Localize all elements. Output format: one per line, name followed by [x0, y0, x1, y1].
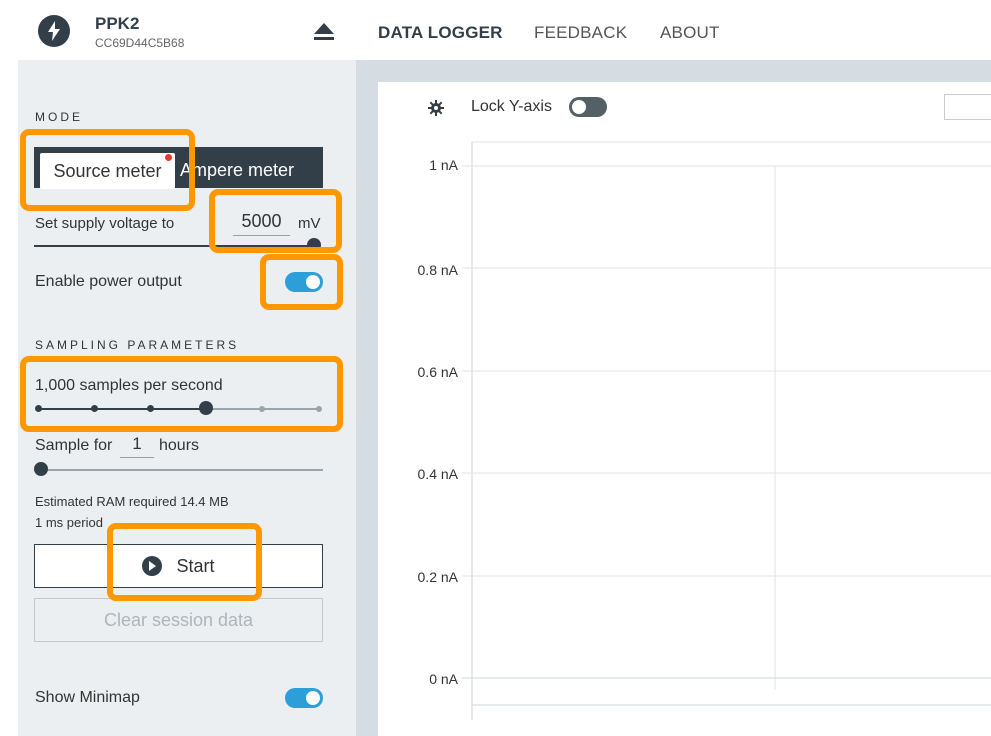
- lock-y-axis-toggle[interactable]: [569, 97, 607, 117]
- ampere-meter-button[interactable]: Ampere meter: [180, 160, 294, 181]
- window-duration-input[interactable]: [944, 94, 991, 120]
- lock-y-axis-label: Lock Y-axis: [471, 98, 552, 115]
- y-tick-label: 0.4 nA: [417, 466, 458, 482]
- y-tick-label: 0.2 nA: [417, 569, 458, 585]
- y-tick-label: 1 nA: [429, 157, 458, 173]
- sample-rate-step[interactable]: [35, 405, 42, 412]
- tab-data-logger[interactable]: DATA LOGGER: [378, 23, 503, 43]
- enable-power-toggle[interactable]: [285, 272, 323, 292]
- show-minimap-label: Show Minimap: [35, 689, 140, 706]
- supply-voltage-input[interactable]: 5000: [233, 211, 290, 236]
- sample-rate-label: 1,000 samples per second: [35, 377, 223, 394]
- play-icon: [142, 556, 163, 576]
- sample-for-slider-handle[interactable]: [34, 462, 48, 476]
- eject-icon[interactable]: [313, 23, 335, 46]
- device-serial: CC69D44C5B68: [95, 36, 185, 50]
- start-button-label: Start: [176, 555, 215, 576]
- device-name: PPK2: [95, 14, 140, 33]
- notification-dot: [165, 154, 172, 161]
- gear-icon[interactable]: [428, 100, 444, 121]
- y-tick-label: 0.6 nA: [417, 364, 458, 380]
- tab-feedback[interactable]: FEEDBACK: [534, 23, 627, 43]
- sample-for-label: Sample for: [35, 437, 113, 454]
- sample-period: 1 ms period: [35, 515, 103, 530]
- show-minimap-toggle[interactable]: [285, 688, 323, 708]
- sample-rate-step[interactable]: [316, 406, 322, 412]
- current-chart: [462, 141, 991, 720]
- supply-voltage-label: Set supply voltage to: [35, 215, 175, 232]
- sample-rate-slider-track-filled[interactable]: [38, 408, 206, 410]
- y-tick-label: 0 nA: [429, 671, 458, 687]
- sample-for-input[interactable]: 1: [120, 434, 154, 458]
- supply-voltage-slider-handle[interactable]: [307, 238, 321, 252]
- supply-voltage-slider-track[interactable]: [34, 245, 314, 247]
- y-tick-label: 0.8 nA: [417, 262, 458, 278]
- source-meter-button[interactable]: Source meter: [40, 153, 175, 189]
- ram-estimate: Estimated RAM required 14.4 MB: [35, 494, 229, 509]
- device-lightning-icon: [38, 15, 70, 47]
- sampling-section-title: SAMPLING PARAMETERS: [35, 338, 240, 352]
- sample-rate-step[interactable]: [91, 405, 98, 412]
- tab-about[interactable]: ABOUT: [660, 23, 720, 43]
- sample-rate-step[interactable]: [259, 406, 265, 412]
- sample-for-slider-track[interactable]: [38, 469, 323, 471]
- sample-rate-slider-handle[interactable]: [199, 401, 213, 415]
- supply-voltage-unit: mV: [298, 215, 321, 232]
- clear-session-button[interactable]: Clear session data: [34, 598, 323, 642]
- mode-section-title: MODE: [35, 110, 83, 124]
- start-button[interactable]: Start: [34, 544, 323, 588]
- enable-power-label: Enable power output: [35, 273, 182, 290]
- sample-rate-step[interactable]: [147, 405, 154, 412]
- sample-for-unit: hours: [159, 437, 200, 454]
